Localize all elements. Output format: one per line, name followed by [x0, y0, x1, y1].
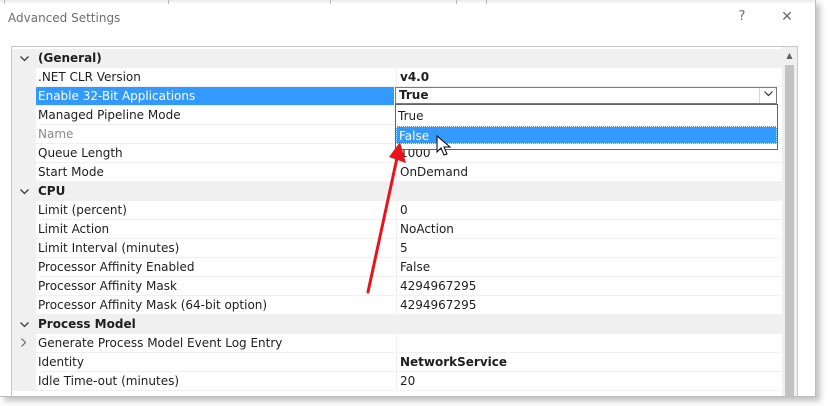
property-value[interactable]: NoAction	[396, 220, 782, 239]
combo-value: True	[399, 88, 429, 102]
property-row[interactable]: .NET CLR Version v4.0	[12, 68, 782, 87]
vertical-scrollbar[interactable]: ▲	[782, 47, 797, 396]
category-row[interactable]: Process Model	[12, 315, 782, 334]
property-row[interactable]: Processor Affinity Enabled False	[12, 258, 782, 277]
row-gutter	[12, 372, 36, 391]
property-name: Limit Interval (minutes)	[36, 239, 394, 258]
scroll-up-arrow-icon[interactable]: ▲	[782, 47, 797, 64]
title-top-strip	[0, 0, 815, 4]
category-label: (General)	[36, 49, 782, 68]
property-row[interactable]: Start Mode OnDemand	[12, 163, 782, 182]
chevron-down-icon[interactable]	[19, 187, 29, 198]
row-expander[interactable]	[12, 315, 36, 334]
row-gutter	[12, 125, 36, 144]
dropdown-option-false[interactable]: False	[396, 126, 777, 144]
property-value[interactable]: 5	[396, 239, 782, 258]
property-value[interactable]: False	[396, 258, 782, 277]
row-expander[interactable]	[12, 49, 36, 68]
row-gutter	[12, 277, 36, 296]
property-value[interactable]: v4.0	[396, 68, 782, 87]
scroll-thumb[interactable]	[785, 65, 794, 396]
property-value[interactable]: 20	[396, 372, 782, 391]
property-value[interactable]	[396, 334, 782, 353]
combo-dropdown-list: True False	[395, 104, 778, 150]
property-name: Limit Action	[36, 220, 394, 239]
property-row[interactable]: Processor Affinity Mask 4294967295	[12, 277, 782, 296]
help-icon: ?	[738, 9, 746, 24]
property-row[interactable]: Generate Process Model Event Log Entry	[12, 334, 782, 353]
property-name: Queue Length	[36, 144, 394, 163]
property-value[interactable]: NetworkService	[396, 353, 782, 372]
property-name: Start Mode	[36, 163, 394, 182]
row-gutter	[12, 87, 36, 106]
chevron-down-icon[interactable]	[19, 320, 29, 331]
property-row[interactable]: Limit Action NoAction	[12, 220, 782, 239]
category-label: CPU	[36, 182, 782, 201]
property-name: Limit (percent)	[36, 201, 394, 220]
property-name: Managed Pipeline Mode	[36, 106, 394, 125]
row-gutter	[12, 296, 36, 315]
row-gutter	[12, 106, 36, 125]
chevron-down-icon[interactable]	[19, 54, 29, 65]
dialog-title: Advanced Settings	[8, 11, 121, 25]
property-value[interactable]: 4294967295	[396, 277, 782, 296]
property-row[interactable]: Identity NetworkService	[12, 353, 782, 372]
close-button[interactable]: ✕	[779, 9, 795, 27]
close-icon: ✕	[781, 9, 793, 25]
property-name: Idle Time-out (minutes)	[36, 372, 394, 391]
chevron-down-icon[interactable]	[759, 88, 776, 103]
property-value[interactable]: 0	[396, 201, 782, 220]
row-gutter	[12, 239, 36, 258]
row-gutter	[12, 201, 36, 220]
property-name: Name	[36, 125, 394, 144]
property-row[interactable]: Limit (percent) 0	[12, 201, 782, 220]
property-row[interactable]: Processor Affinity Mask (64-bit option) 4…	[12, 296, 782, 315]
enable-32bit-combo[interactable]: True	[395, 87, 777, 104]
row-gutter	[12, 163, 36, 182]
row-expander[interactable]	[12, 182, 36, 201]
row-expander[interactable]	[12, 334, 36, 353]
property-name: Enable 32-Bit Applications	[36, 87, 394, 106]
row-gutter	[12, 258, 36, 277]
category-row[interactable]: CPU	[12, 182, 782, 201]
property-value[interactable]: OnDemand	[396, 163, 782, 182]
category-label: Process Model	[36, 315, 782, 334]
property-name: Identity	[36, 353, 394, 372]
property-row[interactable]: Limit Interval (minutes) 5	[12, 239, 782, 258]
category-row[interactable]: (General)	[12, 49, 782, 68]
row-gutter	[12, 353, 36, 372]
advanced-settings-dialog: Advanced Settings ? ✕ (General) .NET CLR …	[0, 0, 816, 397]
property-name: Processor Affinity Mask	[36, 277, 394, 296]
property-name: Processor Affinity Mask (64-bit option)	[36, 296, 394, 315]
row-gutter	[12, 68, 36, 87]
chevron-right-icon[interactable]	[21, 338, 27, 350]
property-name: .NET CLR Version	[36, 68, 394, 87]
property-row[interactable]: Idle Time-out (minutes) 20	[12, 372, 782, 391]
dropdown-option-true[interactable]: True	[396, 107, 777, 125]
property-name: Generate Process Model Event Log Entry	[36, 334, 394, 353]
property-name: Processor Affinity Enabled	[36, 258, 394, 277]
row-gutter	[12, 144, 36, 163]
help-button[interactable]: ?	[735, 9, 749, 27]
title-bar: Advanced Settings ? ✕	[0, 0, 815, 38]
property-value[interactable]: 4294967295	[396, 296, 782, 315]
row-gutter	[12, 220, 36, 239]
